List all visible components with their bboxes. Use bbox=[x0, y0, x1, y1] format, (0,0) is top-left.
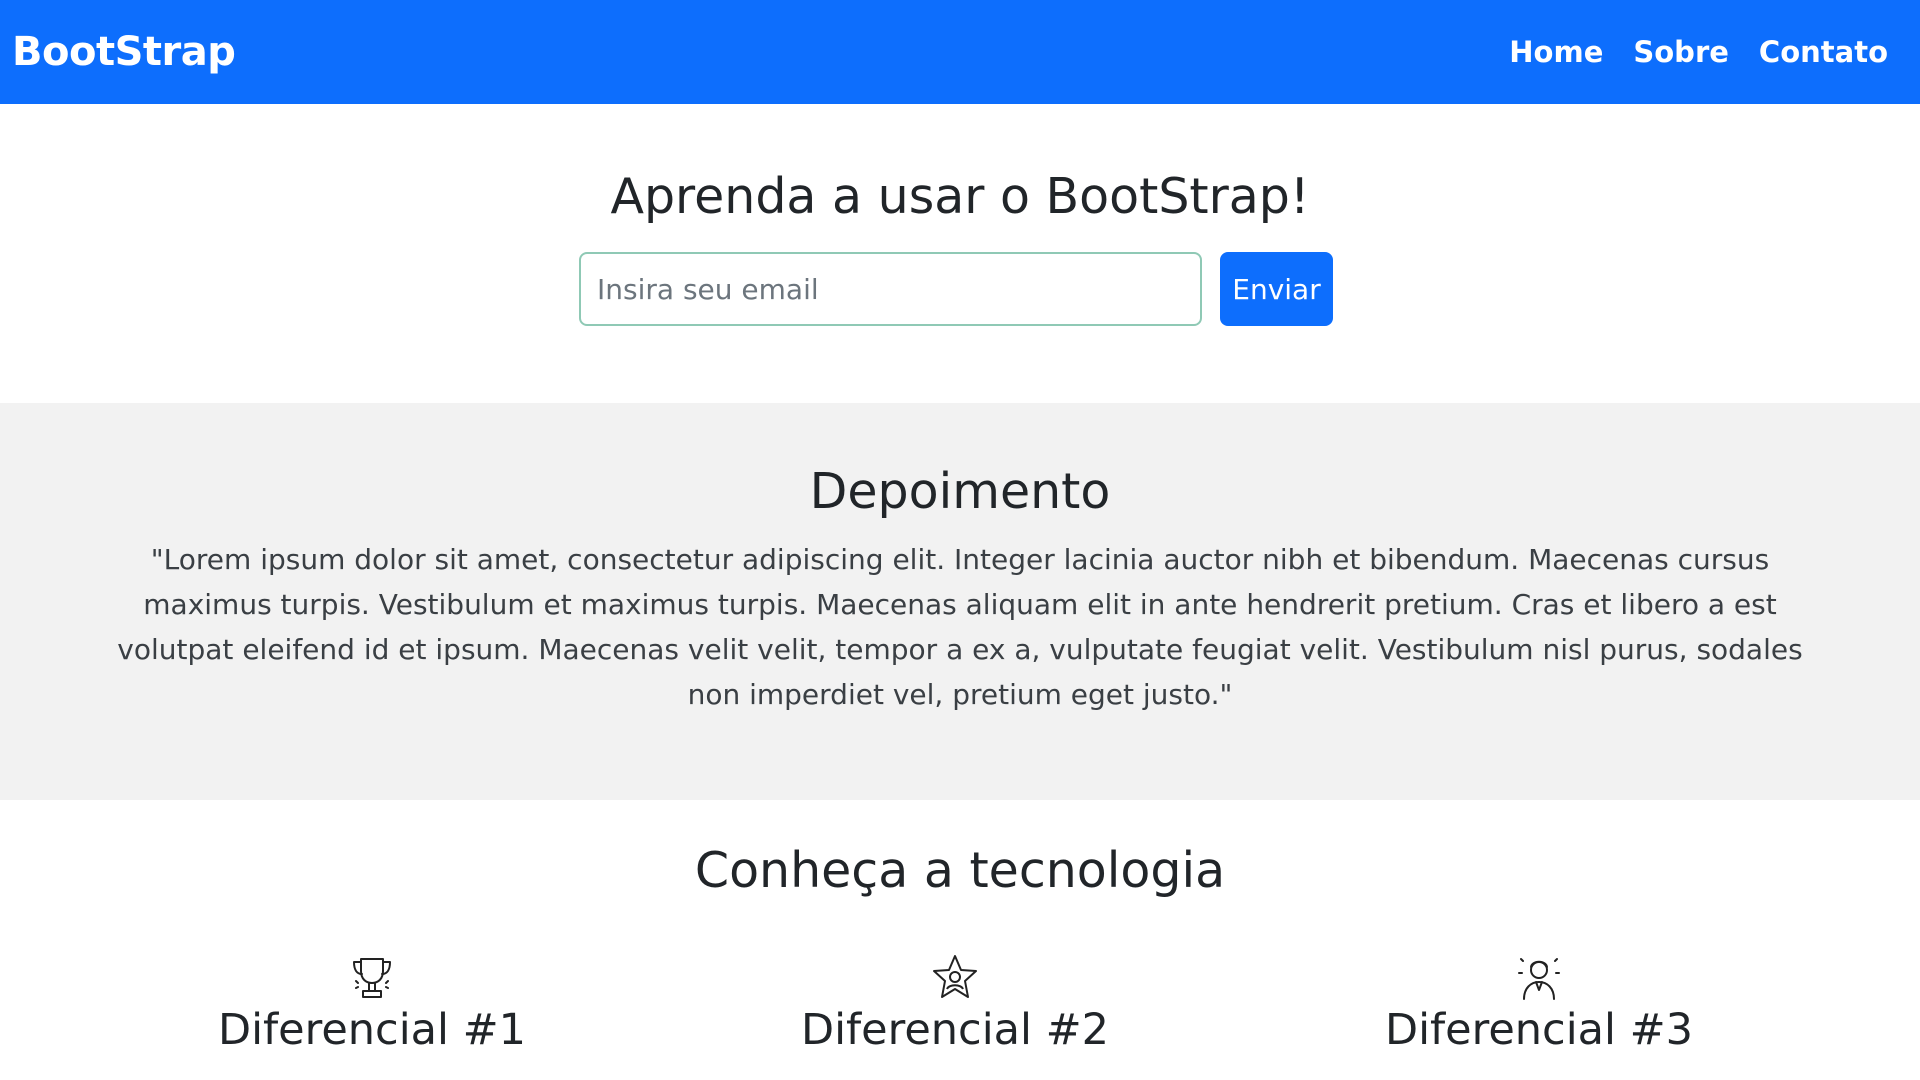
feature-card-2: Diferencial #2 bbox=[675, 953, 1235, 1055]
nav-links: Home Sobre Contato bbox=[1509, 35, 1888, 69]
testimonial-section: Depoimento "Lorem ipsum dolor sit amet, … bbox=[0, 403, 1920, 800]
email-form: Enviar bbox=[579, 252, 1333, 326]
feature-title-2: Diferencial #2 bbox=[800, 1005, 1110, 1055]
star-badge-icon bbox=[933, 955, 977, 998]
feature-card-3: Diferencial #3 bbox=[1259, 953, 1819, 1055]
feature-title-1: Diferencial #1 bbox=[217, 1005, 527, 1055]
send-button[interactable]: Enviar bbox=[1220, 252, 1333, 326]
nav-link-sobre[interactable]: Sobre bbox=[1633, 35, 1729, 69]
testimonial-text: "Lorem ipsum dolor sit amet, consectetur… bbox=[117, 543, 1803, 711]
testimonial-title: Depoimento bbox=[809, 463, 1111, 520]
person-icon bbox=[1518, 958, 1560, 1000]
brand-logo[interactable]: BootStrap bbox=[12, 29, 236, 75]
nav-link-contato[interactable]: Contato bbox=[1759, 35, 1888, 69]
technology-section: Conheça a tecnologia Diferencial #1 Dife… bbox=[0, 800, 1920, 1080]
hero-section: Aprenda a usar o BootStrap! Enviar bbox=[0, 104, 1920, 403]
trophy-icon bbox=[353, 958, 391, 998]
feature-card-1: Diferencial #1 bbox=[92, 953, 652, 1055]
hero-title: Aprenda a usar o BootStrap! bbox=[610, 168, 1310, 225]
email-input[interactable] bbox=[579, 252, 1202, 326]
tech-title: Conheça a tecnologia bbox=[694, 842, 1226, 899]
top-navbar: BootStrap Home Sobre Contato bbox=[0, 0, 1920, 104]
feature-title-3: Diferencial #3 bbox=[1384, 1005, 1694, 1055]
nav-link-home[interactable]: Home bbox=[1509, 35, 1603, 69]
